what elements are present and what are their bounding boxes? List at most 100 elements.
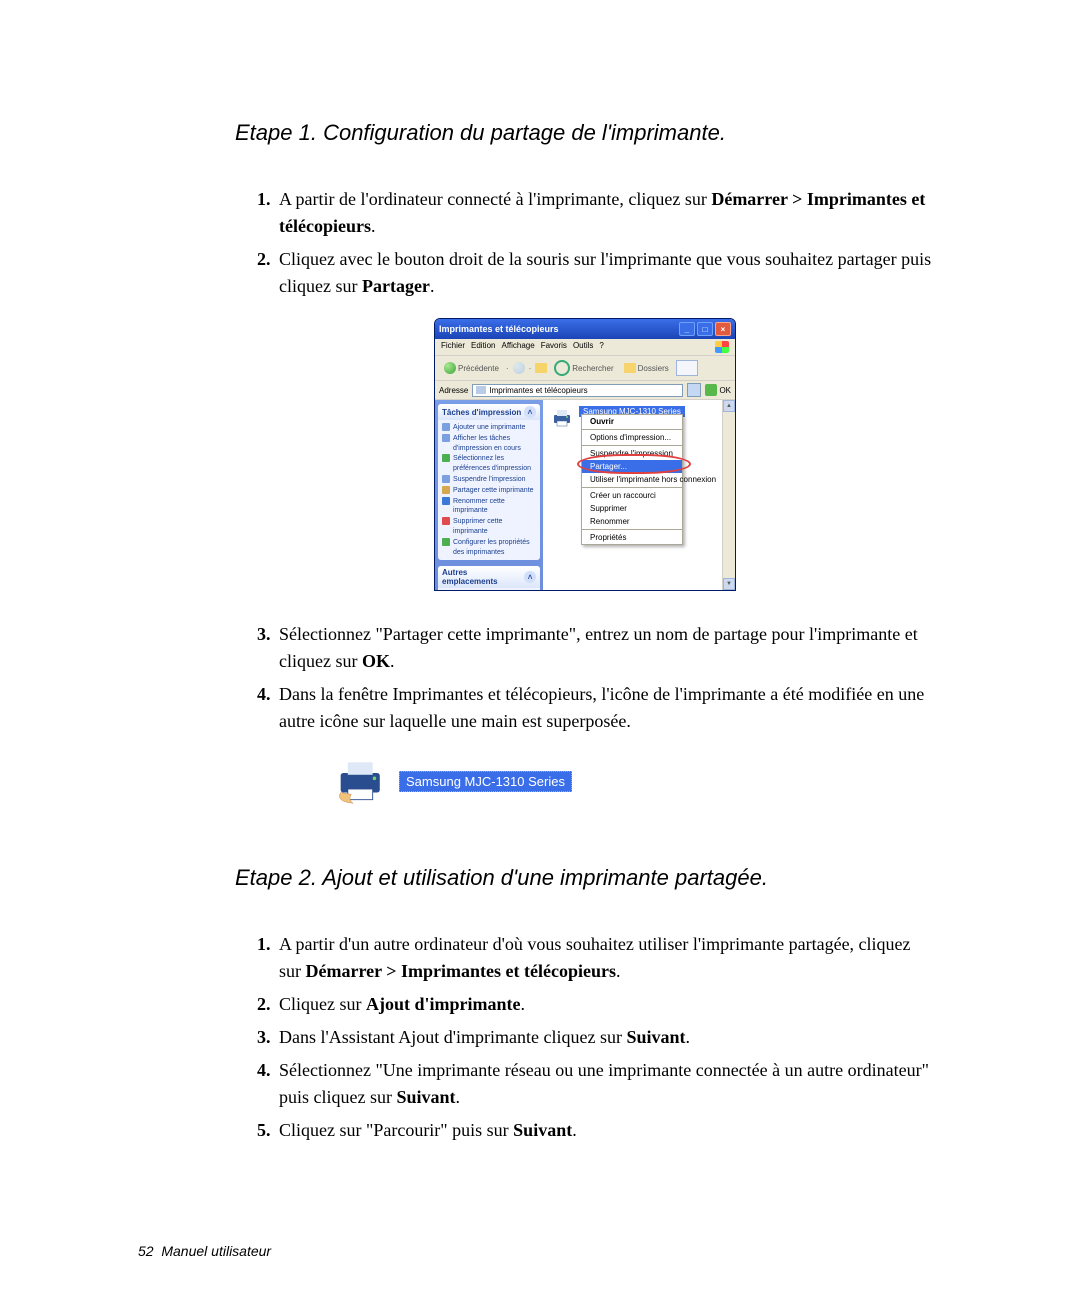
- go-label: OK: [719, 386, 731, 395]
- body-text: .: [616, 961, 621, 981]
- body-text: Cliquez sur "Parcourir" puis sur: [279, 1120, 513, 1140]
- window-body: Tâches d'impression ˄ Ajouter une imprim…: [435, 400, 735, 590]
- context-menu: Ouvrir Options d'impression... Suspendre…: [581, 414, 683, 545]
- prefs-icon: [442, 454, 450, 462]
- printers-folder-icon: [476, 386, 486, 394]
- body-text: .: [685, 1027, 690, 1047]
- ctx-properties[interactable]: Propriétés: [582, 531, 682, 544]
- window-title: Imprimantes et télécopieurs: [439, 324, 679, 334]
- bold-text: OK: [362, 651, 390, 671]
- back-icon: [444, 362, 456, 374]
- ctx-open[interactable]: Ouvrir: [582, 415, 682, 428]
- delete-icon: [442, 517, 450, 525]
- chevron-up-icon: ˄: [524, 406, 536, 418]
- close-icon[interactable]: ×: [715, 322, 731, 336]
- body-text: .: [371, 216, 376, 236]
- bold-text: Suivant: [513, 1120, 572, 1140]
- folders-label: Dossiers: [638, 364, 669, 373]
- task-label: Configurer les propriétés des imprimante…: [453, 538, 536, 558]
- menu-item[interactable]: Affichage: [501, 341, 534, 353]
- task-label: Renommer cette imprimante: [453, 497, 536, 517]
- scroll-down-icon[interactable]: ▼: [723, 578, 735, 590]
- task-label: Sélectionnez les préférences d'impressio…: [453, 454, 536, 474]
- task-link[interactable]: Supprimer cette imprimante: [442, 517, 536, 537]
- body-text: .: [521, 994, 526, 1014]
- views-button[interactable]: [676, 360, 698, 376]
- bold-text: Démarrer > Imprimantes et télécopieurs: [306, 961, 617, 981]
- windows-logo-icon: [715, 341, 729, 353]
- task-link[interactable]: Partager cette imprimante: [442, 486, 536, 496]
- step1-list: A partir de l'ordinateur connecté à l'im…: [235, 186, 935, 300]
- task-link[interactable]: Suspendre l'impression: [442, 475, 536, 485]
- ctx-shortcut[interactable]: Créer un raccourci: [582, 489, 682, 502]
- ctx-share[interactable]: Partager...: [582, 460, 682, 473]
- menu-item[interactable]: Outils: [573, 341, 593, 353]
- scroll-up-icon[interactable]: ▲: [723, 400, 735, 412]
- ctx-delete[interactable]: Supprimer: [582, 502, 682, 515]
- body-text: .: [430, 276, 435, 296]
- search-label: Rechercher: [572, 364, 613, 373]
- up-icon[interactable]: [535, 363, 547, 373]
- ctx-suspend[interactable]: Suspendre l'impression: [582, 447, 682, 460]
- task-link[interactable]: Ajouter une imprimante: [442, 423, 536, 433]
- shared-printer-icon: [335, 757, 389, 805]
- jobs-icon: [442, 434, 450, 442]
- window-buttons: _ □ ×: [679, 322, 731, 336]
- task-label: Suspendre l'impression: [453, 475, 526, 485]
- menu-item[interactable]: Favoris: [541, 341, 567, 353]
- address-field[interactable]: Imprimantes et télécopieurs: [472, 384, 683, 397]
- screenshot-xp-window: Imprimantes et télécopieurs _ □ × Fichie…: [434, 318, 736, 591]
- address-value: Imprimantes et télécopieurs: [489, 386, 587, 395]
- add-printer-icon: [442, 423, 450, 431]
- search-icon: [554, 360, 570, 376]
- list-item: Sélectionnez "Partager cette imprimante"…: [275, 621, 935, 675]
- bold-text: Ajout d'imprimante: [366, 994, 521, 1014]
- maximize-icon[interactable]: □: [697, 322, 713, 336]
- address-dropdown-icon[interactable]: [687, 383, 701, 397]
- address-label: Adresse: [439, 386, 468, 395]
- ctx-options[interactable]: Options d'impression...: [582, 431, 682, 444]
- body-text: Cliquez sur: [279, 994, 366, 1014]
- task-link[interactable]: Renommer cette imprimante: [442, 497, 536, 517]
- scrollbar[interactable]: ▲ ▼: [722, 400, 735, 590]
- share-icon: [442, 486, 450, 494]
- list-item: Cliquez sur Ajout d'imprimante.: [275, 991, 935, 1018]
- body-text: .: [572, 1120, 577, 1140]
- other-header[interactable]: Autres emplacements ˄: [438, 566, 540, 588]
- task-link[interactable]: Configurer les propriétés des imprimante…: [442, 538, 536, 558]
- task-link[interactable]: Afficher les tâches d'impression en cour…: [442, 434, 536, 454]
- body-text: .: [390, 651, 395, 671]
- step1-title: Etape 1. Configuration du partage de l'i…: [235, 120, 935, 146]
- step2-list: A partir d'un autre ordinateur d'où vous…: [235, 931, 935, 1144]
- task-label: Ajouter une imprimante: [453, 423, 525, 433]
- tasks-block: Tâches d'impression ˄ Ajouter une imprim…: [438, 404, 540, 560]
- list-item: Dans la fenêtre Imprimantes et télécopie…: [275, 681, 935, 735]
- tasks-header-label: Tâches d'impression: [442, 408, 521, 417]
- menu-item[interactable]: ?: [599, 341, 603, 353]
- shared-printer-figure: Samsung MJC-1310 Series: [335, 757, 935, 805]
- ctx-offline[interactable]: Utiliser l'imprimante hors connexion: [582, 473, 682, 486]
- rename-icon: [442, 497, 450, 505]
- tasks-header[interactable]: Tâches d'impression ˄: [438, 404, 540, 420]
- minimize-icon[interactable]: _: [679, 322, 695, 336]
- other-header-label: Autres emplacements: [442, 568, 524, 586]
- task-link[interactable]: Sélectionnez les préférences d'impressio…: [442, 454, 536, 474]
- body-text: Dans l'Assistant Ajout d'imprimante cliq…: [279, 1027, 626, 1047]
- folders-icon: [624, 363, 636, 373]
- list-item: Sélectionnez "Une imprimante réseau ou u…: [275, 1057, 935, 1111]
- body-text: Dans la fenêtre Imprimantes et télécopie…: [279, 684, 924, 731]
- forward-icon[interactable]: [513, 362, 525, 374]
- back-label: Précédente: [458, 364, 499, 373]
- back-button[interactable]: Précédente: [441, 361, 502, 375]
- menu-item[interactable]: Fichier: [441, 341, 465, 353]
- folders-button[interactable]: Dossiers: [621, 362, 672, 374]
- list-item: A partir d'un autre ordinateur d'où vous…: [275, 931, 935, 985]
- bold-text: Suivant: [626, 1027, 685, 1047]
- pause-icon: [442, 475, 450, 483]
- search-button[interactable]: Rechercher: [551, 359, 616, 377]
- body-text: Sélectionnez "Une imprimante réseau ou u…: [279, 1060, 929, 1107]
- ctx-rename[interactable]: Renommer: [582, 515, 682, 528]
- menu-item[interactable]: Edition: [471, 341, 495, 353]
- go-button[interactable]: OK: [705, 384, 731, 396]
- list-item: Cliquez sur "Parcourir" puis sur Suivant…: [275, 1117, 935, 1144]
